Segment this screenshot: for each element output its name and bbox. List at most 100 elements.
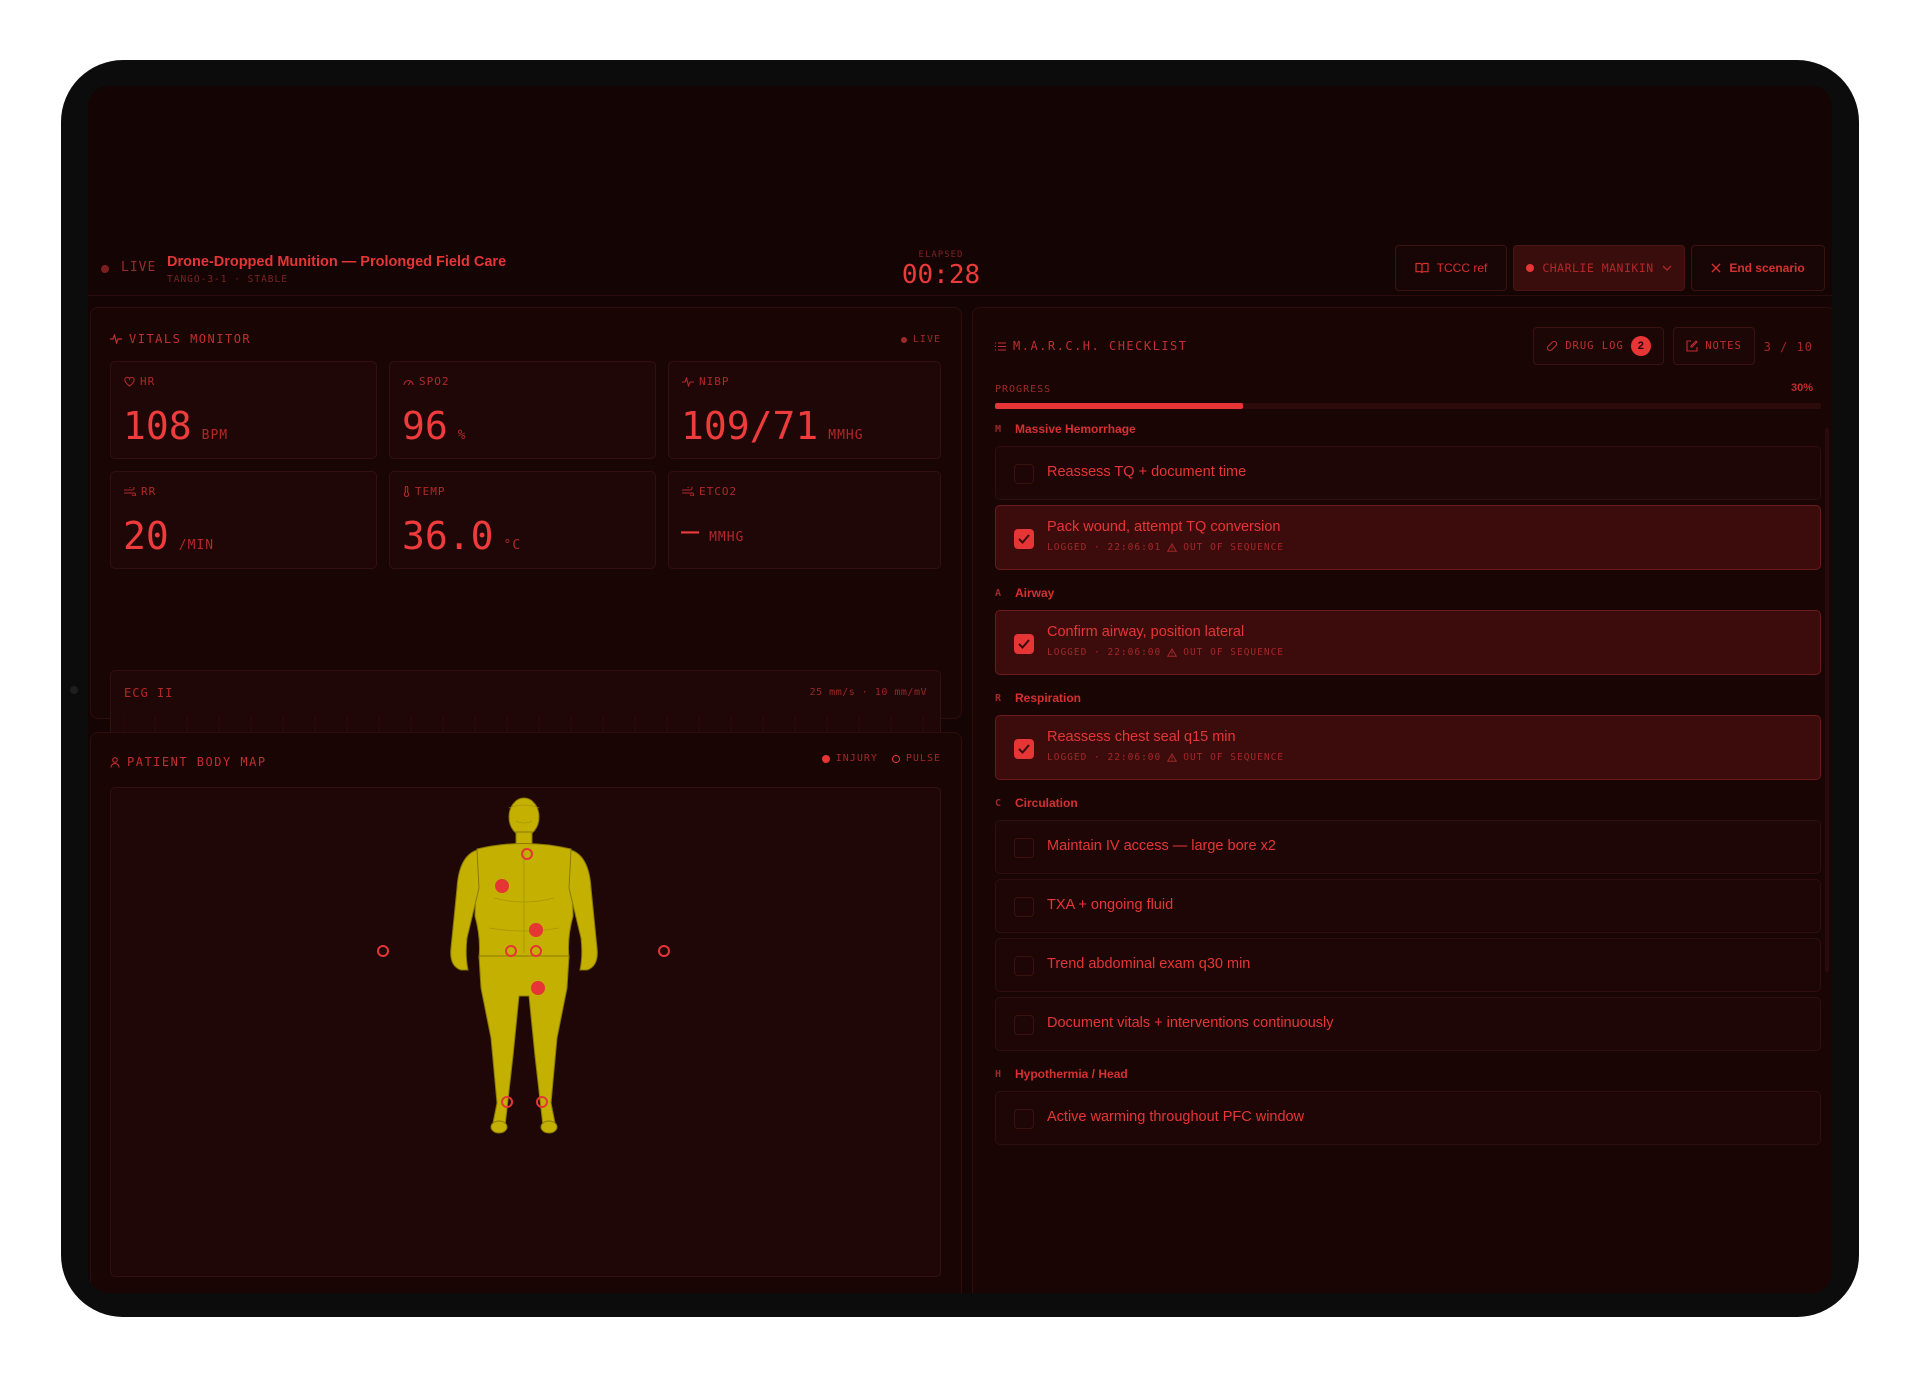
body-map-canvas[interactable] [110, 787, 941, 1277]
checklist-item[interactable]: Reassess TQ + document time [995, 446, 1821, 500]
legend-pulse-text: PULSE [905, 753, 941, 764]
checklist-item[interactable]: Confirm airway, position lateral LOGGED ·… [995, 610, 1821, 675]
scenario-subtitle: TANGO-3-1 · STABLE [167, 274, 288, 285]
checklist-item[interactable]: Active warming throughout PFC window [995, 1091, 1821, 1145]
checklist-item-meta: LOGGED · 22:06:00 OUT OF SEQUENCE [1047, 647, 1284, 658]
section-letter: M [995, 423, 1002, 435]
out-of-sequence-flag: OUT OF SEQUENCE [1183, 647, 1285, 658]
march-checklist-panel: M.A.R.C.H. CHECKLIST DRUG LOG 2 NOTES 3 … [972, 307, 1832, 1293]
nibp-tile: NIBP 109/71 MMHG [668, 361, 941, 459]
etco2-value: — [681, 514, 700, 549]
tccc-ref-button[interactable]: TCCC ref [1395, 245, 1507, 291]
head [508, 797, 540, 837]
checklist-item[interactable]: Trend abdominal exam q30 min [995, 938, 1821, 992]
etco2-label-text: ETCO2 [699, 485, 738, 498]
checkbox[interactable] [1014, 529, 1034, 549]
spo2-value-row: 96% [402, 404, 467, 448]
logged-time: LOGGED · 22:06:00 [1047, 647, 1162, 658]
etco2-value-row: — MMHG [681, 514, 744, 549]
progress-percent: 30% [1790, 382, 1813, 394]
pulse-marker-right-radial[interactable] [658, 945, 670, 957]
checkbox[interactable] [1014, 464, 1034, 484]
notes-button[interactable]: NOTES [1673, 327, 1755, 365]
checklist-item-text: Reassess TQ + document time [1047, 464, 1247, 480]
section-name: Hypothermia / Head [1015, 1067, 1128, 1081]
nibp-unit: MMHG [828, 428, 864, 443]
wind-icon [682, 487, 694, 496]
etco2-label: ETCO2 [682, 485, 737, 498]
checkbox[interactable] [1014, 739, 1034, 759]
section-letter: C [995, 797, 1002, 809]
body-map-title-text: PATIENT BODY MAP [127, 755, 267, 769]
injury-marker-left-chest[interactable] [495, 879, 509, 893]
end-scenario-button[interactable]: End scenario [1691, 245, 1825, 291]
drug-log-button[interactable]: DRUG LOG 2 [1533, 327, 1664, 365]
checklist-item[interactable]: Reassess chest seal q15 min LOGGED · 22:0… [995, 715, 1821, 780]
checkbox[interactable] [1014, 634, 1034, 654]
checkbox[interactable] [1014, 956, 1034, 976]
hr-value-row: 108 BPM [123, 404, 228, 448]
progress-bar [995, 403, 1821, 409]
elapsed-timer: 00:28 [901, 260, 981, 290]
checklist-item-text: Maintain IV access — large bore x2 [1047, 838, 1276, 854]
checklist-item-text: Confirm airway, position lateral [1047, 624, 1245, 640]
thermometer-icon [403, 486, 410, 497]
section-name: Respiration [1015, 691, 1082, 705]
temp-label-text: TEMP [415, 485, 446, 498]
checklist-item-text: Trend abdominal exam q30 min [1047, 956, 1251, 972]
close-icon [1711, 263, 1721, 273]
pill-icon [1547, 340, 1558, 352]
injury-marker-abdomen[interactable] [529, 923, 543, 937]
spo2-unit: % [457, 428, 467, 443]
section-letter: A [995, 587, 1002, 599]
section-circulation: C Circulation [995, 796, 1078, 810]
patient-selector[interactable]: CHARLIE MANIKIN [1513, 245, 1685, 291]
spo2-label: SPO2 [403, 375, 450, 388]
checklist-item[interactable]: TXA + ongoing fluid [995, 879, 1821, 933]
checklist-item-text: Reassess chest seal q15 min [1047, 729, 1236, 745]
rr-tile: RR 20/MIN [110, 471, 377, 569]
progress-label: PROGRESS [995, 384, 1052, 395]
checkbox[interactable] [1014, 1109, 1034, 1129]
body-figure[interactable] [111, 788, 940, 1276]
nibp-value-row: 109/71 MMHG [681, 404, 864, 448]
checklist-item[interactable]: Maintain IV access — large bore x2 [995, 820, 1821, 874]
vitals-live-text: LIVE [912, 334, 941, 345]
patient-status-dot [1526, 264, 1535, 272]
hr-label-text: HR [140, 375, 156, 388]
spo2-value: 96 [402, 404, 448, 448]
body-map-title: PATIENT BODY MAP [110, 755, 267, 769]
checkbox[interactable] [1014, 1015, 1034, 1035]
vitals-title: VITALS MONITOR [110, 332, 251, 346]
temp-value: 36.0 [402, 514, 494, 558]
ecg-rate: 25 mm/s · 10 mm/mV [809, 687, 927, 698]
rr-value: 20 [123, 514, 169, 558]
checklist-item-text: TXA + ongoing fluid [1047, 897, 1174, 913]
drug-log-label: DRUG LOG [1565, 340, 1624, 352]
section-name: Airway [1015, 586, 1055, 600]
checklist-scrollbar[interactable] [1825, 428, 1829, 972]
list-icon [995, 341, 1006, 351]
progress-bar-fill [995, 403, 1243, 409]
checklist-item-meta: LOGGED · 22:06:01 OUT OF SEQUENCE [1047, 542, 1284, 553]
right-foot [540, 1120, 558, 1134]
pulse-marker-left-radial[interactable] [377, 945, 389, 957]
legs [478, 955, 570, 1127]
injury-marker-right-thigh[interactable] [531, 981, 545, 995]
checkbox[interactable] [1014, 838, 1034, 858]
tccc-ref-label: TCCC ref [1436, 261, 1488, 275]
section-hypothermia-head: H Hypothermia / Head [995, 1067, 1128, 1081]
section-respiration: R Respiration [995, 691, 1081, 705]
section-airway: A Airway [995, 586, 1054, 600]
hr-tile: HR 108 BPM [110, 361, 377, 459]
checkbox[interactable] [1014, 897, 1034, 917]
hr-label: HR [124, 375, 155, 388]
live-dot [900, 336, 907, 343]
pulse-icon [110, 334, 122, 344]
checklist-item[interactable]: Pack wound, attempt TQ conversion LOGGED … [995, 505, 1821, 570]
rr-label: RR [124, 485, 156, 498]
checklist-item[interactable]: Document vitals + interventions continuo… [995, 997, 1821, 1051]
temp-tile: TEMP 36.0 °C [389, 471, 656, 569]
end-scenario-label: End scenario [1729, 261, 1805, 275]
march-title: M.A.R.C.H. CHECKLIST [995, 339, 1188, 353]
